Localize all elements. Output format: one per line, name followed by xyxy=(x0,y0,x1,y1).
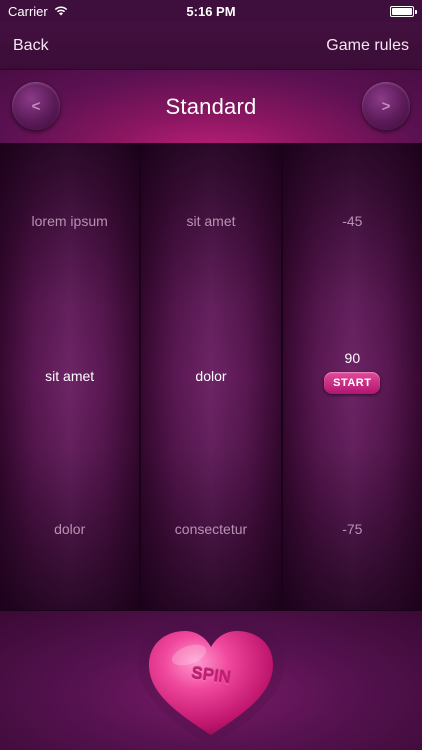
status-right xyxy=(274,5,417,17)
battery-icon xyxy=(390,5,417,17)
wheel-column-1[interactable]: lorem ipsum sit amet dolor xyxy=(0,143,142,610)
bottom-area: SPIN xyxy=(0,610,422,750)
previous-mode-button[interactable]: < xyxy=(12,82,60,130)
status-left: Carrier xyxy=(8,4,148,19)
wheel-item-selected: sit amet xyxy=(45,368,95,384)
wheel-item-selected: 90 xyxy=(344,350,361,366)
wheel-item-bottom: -75 xyxy=(342,521,363,537)
wheel-item-top: sit amet xyxy=(186,213,236,229)
mode-header: < Standard > xyxy=(0,70,422,143)
wheel-area: lorem ipsum sit amet dolor sit amet dolo… xyxy=(0,143,422,610)
wifi-icon xyxy=(54,4,68,19)
back-button[interactable]: Back xyxy=(13,37,49,55)
start-button[interactable]: START xyxy=(324,372,381,394)
game-rules-button[interactable]: Game rules xyxy=(326,37,409,55)
chevron-left-icon: < xyxy=(31,97,41,115)
wheel-column-3[interactable]: -45 90 START -75 xyxy=(282,143,422,610)
nav-bar: Back Game rules xyxy=(0,22,422,70)
wheel-item-bottom: consectetur xyxy=(174,521,248,537)
battery-fill xyxy=(392,7,412,15)
clock: 5:16 PM xyxy=(186,3,236,19)
wheel-item-top: -45 xyxy=(342,213,363,229)
wheel-column-2[interactable]: sit amet dolor consectetur xyxy=(141,143,283,610)
wheel-item-selected: dolor xyxy=(195,368,227,384)
wheel-item-top: lorem ipsum xyxy=(31,213,108,229)
chevron-right-icon: > xyxy=(381,97,391,115)
spin-button[interactable]: SPIN xyxy=(131,613,291,750)
status-bar: Carrier 5:16 PM xyxy=(0,0,422,22)
carrier-label: Carrier xyxy=(8,3,48,19)
wheel-item-bottom: dolor xyxy=(54,521,86,537)
next-mode-button[interactable]: > xyxy=(362,82,410,130)
mode-title: Standard xyxy=(165,93,257,119)
